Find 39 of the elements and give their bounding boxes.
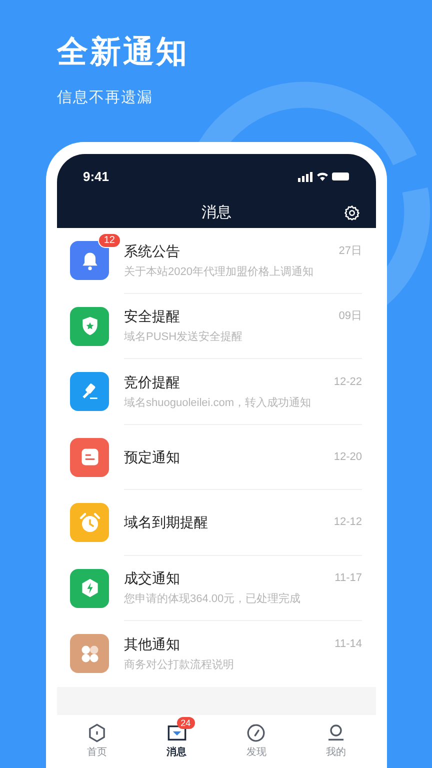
compass-icon <box>246 723 266 743</box>
message-date: 09日 <box>338 309 362 324</box>
message-title: 域名到期提醒 <box>124 513 208 532</box>
tab[interactable]: 24 消息 <box>136 715 216 768</box>
message-title: 安全提醒 <box>124 307 180 326</box>
message-date: 12-20 <box>334 450 362 464</box>
message-item[interactable]: 竞价提醒 12-22 域名shuoguoleilei.com，转入成功通知 <box>57 359 376 424</box>
message-date: 12-22 <box>334 374 362 390</box>
message-preview: 域名PUSH发送安全提醒 <box>124 330 244 346</box>
message-item[interactable]: 预定通知 12-20 <box>57 424 376 490</box>
unread-count: 24 <box>176 717 195 729</box>
profile-icon <box>326 723 346 743</box>
message-title: 系统公告 <box>124 242 180 261</box>
unread-count: 12 <box>98 233 121 248</box>
message-preview: 关于本站2020年代理加盟价格上调通知 <box>124 264 314 280</box>
message-item[interactable]: 安全提醒 09日 域名PUSH发送安全提醒 <box>57 294 376 359</box>
alarm-clock-icon <box>78 510 102 535</box>
subtitle: 信息不再遗漏 <box>57 88 154 108</box>
settings-icon[interactable] <box>344 204 360 221</box>
message-title: 预定通知 <box>124 448 180 467</box>
headline: 全新通知 <box>57 33 190 71</box>
message-date: 12-12 <box>334 515 362 530</box>
message-date: 11-14 <box>334 637 362 652</box>
message-date: 27日 <box>338 244 362 258</box>
message-date: 11-17 <box>334 571 362 586</box>
message-preview: 域名shuoguoleilei.com，转入成功通知 <box>124 396 312 411</box>
home-icon <box>86 723 107 743</box>
message-title: 成交通知 <box>124 569 180 588</box>
message-preview: 您申请的体现364.00元，已处理完成 <box>124 592 302 608</box>
message-item[interactable]: 12 系统公告 27日 关于本站2020年代理加盟价格上调通知 <box>57 228 376 294</box>
message-item[interactable]: 域名到期提醒 12-12 <box>57 490 376 556</box>
message-title: 其他通知 <box>124 635 180 654</box>
nav-title: 消息 <box>202 202 232 222</box>
message-item[interactable]: 成交通知 11-17 您申请的体现364.00元，已处理完成 <box>57 556 376 621</box>
message-preview: 商务对公打款流程说明 <box>124 658 235 674</box>
message-item[interactable]: 其他通知 11-14 商务对公打款流程说明 <box>57 621 376 686</box>
message-title: 竞价提醒 <box>124 372 180 392</box>
status-icons-drawing <box>298 171 350 182</box>
status-time: 9:41 <box>83 168 110 186</box>
